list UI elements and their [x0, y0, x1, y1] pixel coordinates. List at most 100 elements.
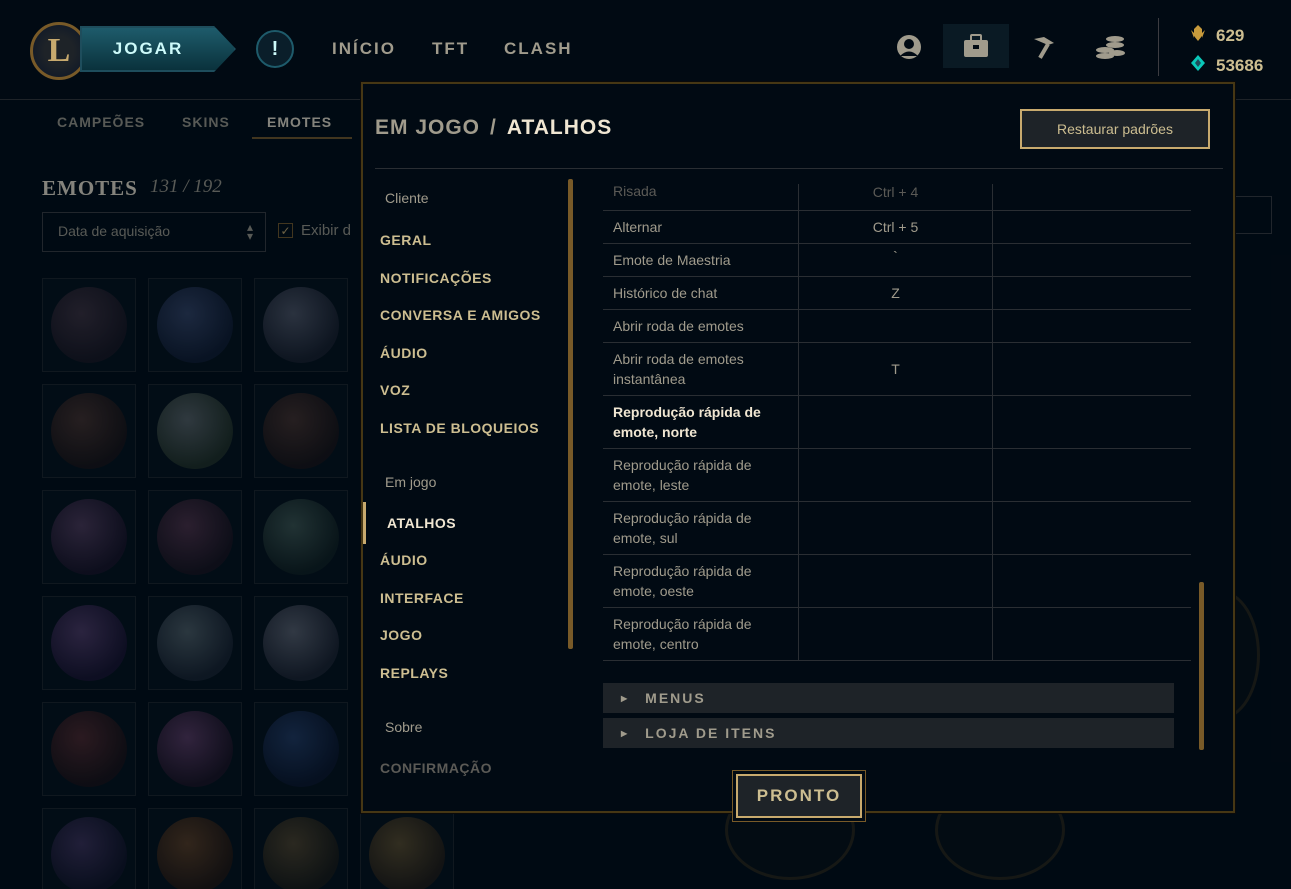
alternate-key[interactable]	[993, 310, 1188, 342]
collection-icon[interactable]	[943, 24, 1009, 68]
nav-item-interface[interactable]: INTERFACE	[380, 590, 464, 606]
emote-tile[interactable]	[42, 596, 136, 690]
blue-essence-icon	[1188, 24, 1208, 47]
nav-item-notifications[interactable]: NOTIFICAÇÕES	[380, 270, 492, 286]
table-row[interactable]: Reprodução rápida de emote, centro	[603, 608, 1191, 661]
emote-tile[interactable]	[360, 808, 454, 889]
nav-item-voice[interactable]: VOZ	[380, 382, 410, 398]
emote-tile[interactable]	[148, 384, 242, 478]
primary-key[interactable]	[798, 555, 993, 607]
alternate-key[interactable]	[993, 555, 1188, 607]
primary-key[interactable]	[798, 449, 993, 501]
emote-tile[interactable]	[254, 278, 348, 372]
play-button[interactable]: JOGAR	[80, 26, 236, 72]
nav-scrollbar[interactable]	[568, 179, 573, 649]
emote-art	[157, 287, 233, 363]
emote-tile[interactable]	[254, 702, 348, 796]
emote-tile[interactable]	[254, 596, 348, 690]
table-row[interactable]: Reprodução rápida de emote, sul	[603, 502, 1191, 555]
nav-item-chat-friends[interactable]: CONVERSA E AMIGOS	[380, 307, 541, 323]
tab-tft[interactable]: TFT	[432, 39, 469, 59]
subtab-emotes[interactable]: EMOTES	[267, 114, 332, 130]
emote-tile[interactable]	[148, 702, 242, 796]
emote-tile[interactable]	[42, 808, 136, 889]
crafting-icon[interactable]	[1027, 30, 1061, 64]
table-row[interactable]: Reprodução rápida de emote, norte	[603, 396, 1191, 449]
riot-points-balance[interactable]: 53686	[1188, 54, 1263, 77]
table-row[interactable]: Alternar Ctrl + 5	[603, 211, 1191, 244]
tab-home[interactable]: INÍCIO	[332, 39, 396, 59]
section-item-shop-label: LOJA DE ITENS	[645, 725, 777, 741]
nav-item-general[interactable]: GERAL	[380, 232, 432, 248]
league-logo[interactable]: L	[30, 22, 88, 80]
breadcrumb-parent: EM JOGO	[375, 116, 481, 139]
alternate-key[interactable]	[993, 244, 1188, 276]
emote-tile[interactable]	[148, 596, 242, 690]
section-menus[interactable]: ▶ MENUS	[603, 683, 1174, 713]
subtab-skins[interactable]: SKINS	[182, 114, 230, 130]
store-icon[interactable]	[1094, 30, 1128, 64]
primary-key[interactable]: T	[798, 343, 993, 395]
primary-key[interactable]: Ctrl + 5	[798, 211, 993, 243]
table-row[interactable]: Histórico de chat Z	[603, 277, 1191, 310]
emote-tile[interactable]	[42, 490, 136, 584]
emote-tile[interactable]	[42, 702, 136, 796]
restore-defaults-button[interactable]: Restaurar padrões	[1020, 109, 1210, 149]
show-owned-checkbox[interactable]: ✓ Exibir d	[278, 222, 351, 239]
tab-clash[interactable]: CLASH	[504, 39, 573, 59]
sort-arrows-icon: ▴ ▾	[246, 220, 253, 243]
profile-icon[interactable]	[892, 30, 926, 64]
nav-item-hotkeys[interactable]: ATALHOS	[387, 515, 456, 531]
alternate-key[interactable]	[993, 343, 1188, 395]
modal-title: EM JOGO / ATALHOS	[375, 116, 612, 140]
table-row[interactable]: Risada Ctrl + 4	[603, 183, 1191, 211]
emote-art	[157, 393, 233, 469]
nav-item-client-audio[interactable]: ÁUDIO	[380, 345, 428, 361]
emote-tile[interactable]	[254, 490, 348, 584]
nav-group-about: Sobre	[385, 719, 423, 735]
emote-tile[interactable]	[254, 808, 348, 889]
emote-tile[interactable]	[148, 490, 242, 584]
section-item-shop[interactable]: ▶ LOJA DE ITENS	[603, 718, 1174, 748]
nav-item-block-list[interactable]: LISTA DE BLOQUEIOS	[380, 420, 539, 436]
table-row[interactable]: Reprodução rápida de emote, oeste	[603, 555, 1191, 608]
alternate-key[interactable]	[993, 184, 1188, 210]
primary-key[interactable]	[798, 310, 993, 342]
content-scrollbar[interactable]	[1199, 582, 1204, 750]
breadcrumb-current: ATALHOS	[506, 116, 613, 139]
emote-tile[interactable]	[148, 278, 242, 372]
primary-key[interactable]	[798, 608, 993, 660]
table-row[interactable]: Abrir roda de emotes	[603, 310, 1191, 343]
action-label: Alternar	[613, 219, 663, 235]
primary-key[interactable]	[798, 396, 993, 448]
alternate-key[interactable]	[993, 502, 1188, 554]
nav-item-verification[interactable]: CONFIRMAÇÃO	[380, 760, 492, 776]
primary-key[interactable]: `	[798, 244, 993, 276]
nav-item-game-audio[interactable]: ÁUDIO	[380, 552, 428, 568]
nav-item-replays[interactable]: REPLAYS	[380, 665, 448, 681]
section-menus-label: MENUS	[645, 690, 706, 706]
nav-item-game[interactable]: JOGO	[380, 627, 422, 643]
emote-tile[interactable]	[254, 384, 348, 478]
primary-key[interactable]	[798, 502, 993, 554]
emote-tile[interactable]	[148, 808, 242, 889]
table-row[interactable]: Emote de Maestria `	[603, 244, 1191, 277]
alternate-key[interactable]	[993, 449, 1188, 501]
done-button[interactable]: PRONTO	[736, 774, 862, 818]
emote-tile[interactable]	[42, 278, 136, 372]
alternate-key[interactable]	[993, 211, 1188, 243]
primary-key[interactable]: Ctrl + 4	[798, 184, 993, 210]
alternate-key[interactable]	[993, 396, 1188, 448]
blue-essence-value: 629	[1216, 25, 1245, 45]
table-row[interactable]: Reprodução rápida de emote, leste	[603, 449, 1191, 502]
emote-tile[interactable]	[42, 384, 136, 478]
emote-art	[369, 817, 445, 889]
alert-icon[interactable]: !	[256, 30, 294, 68]
alternate-key[interactable]	[993, 277, 1188, 309]
alternate-key[interactable]	[993, 608, 1188, 660]
subtab-champions[interactable]: CAMPEÕES	[57, 114, 145, 130]
table-row[interactable]: Abrir roda de emotes instantânea T	[603, 343, 1191, 396]
sort-dropdown[interactable]: Data de aquisição ▴ ▾	[42, 212, 266, 252]
primary-key[interactable]: Z	[798, 277, 993, 309]
blue-essence-balance[interactable]: 629	[1188, 24, 1244, 47]
